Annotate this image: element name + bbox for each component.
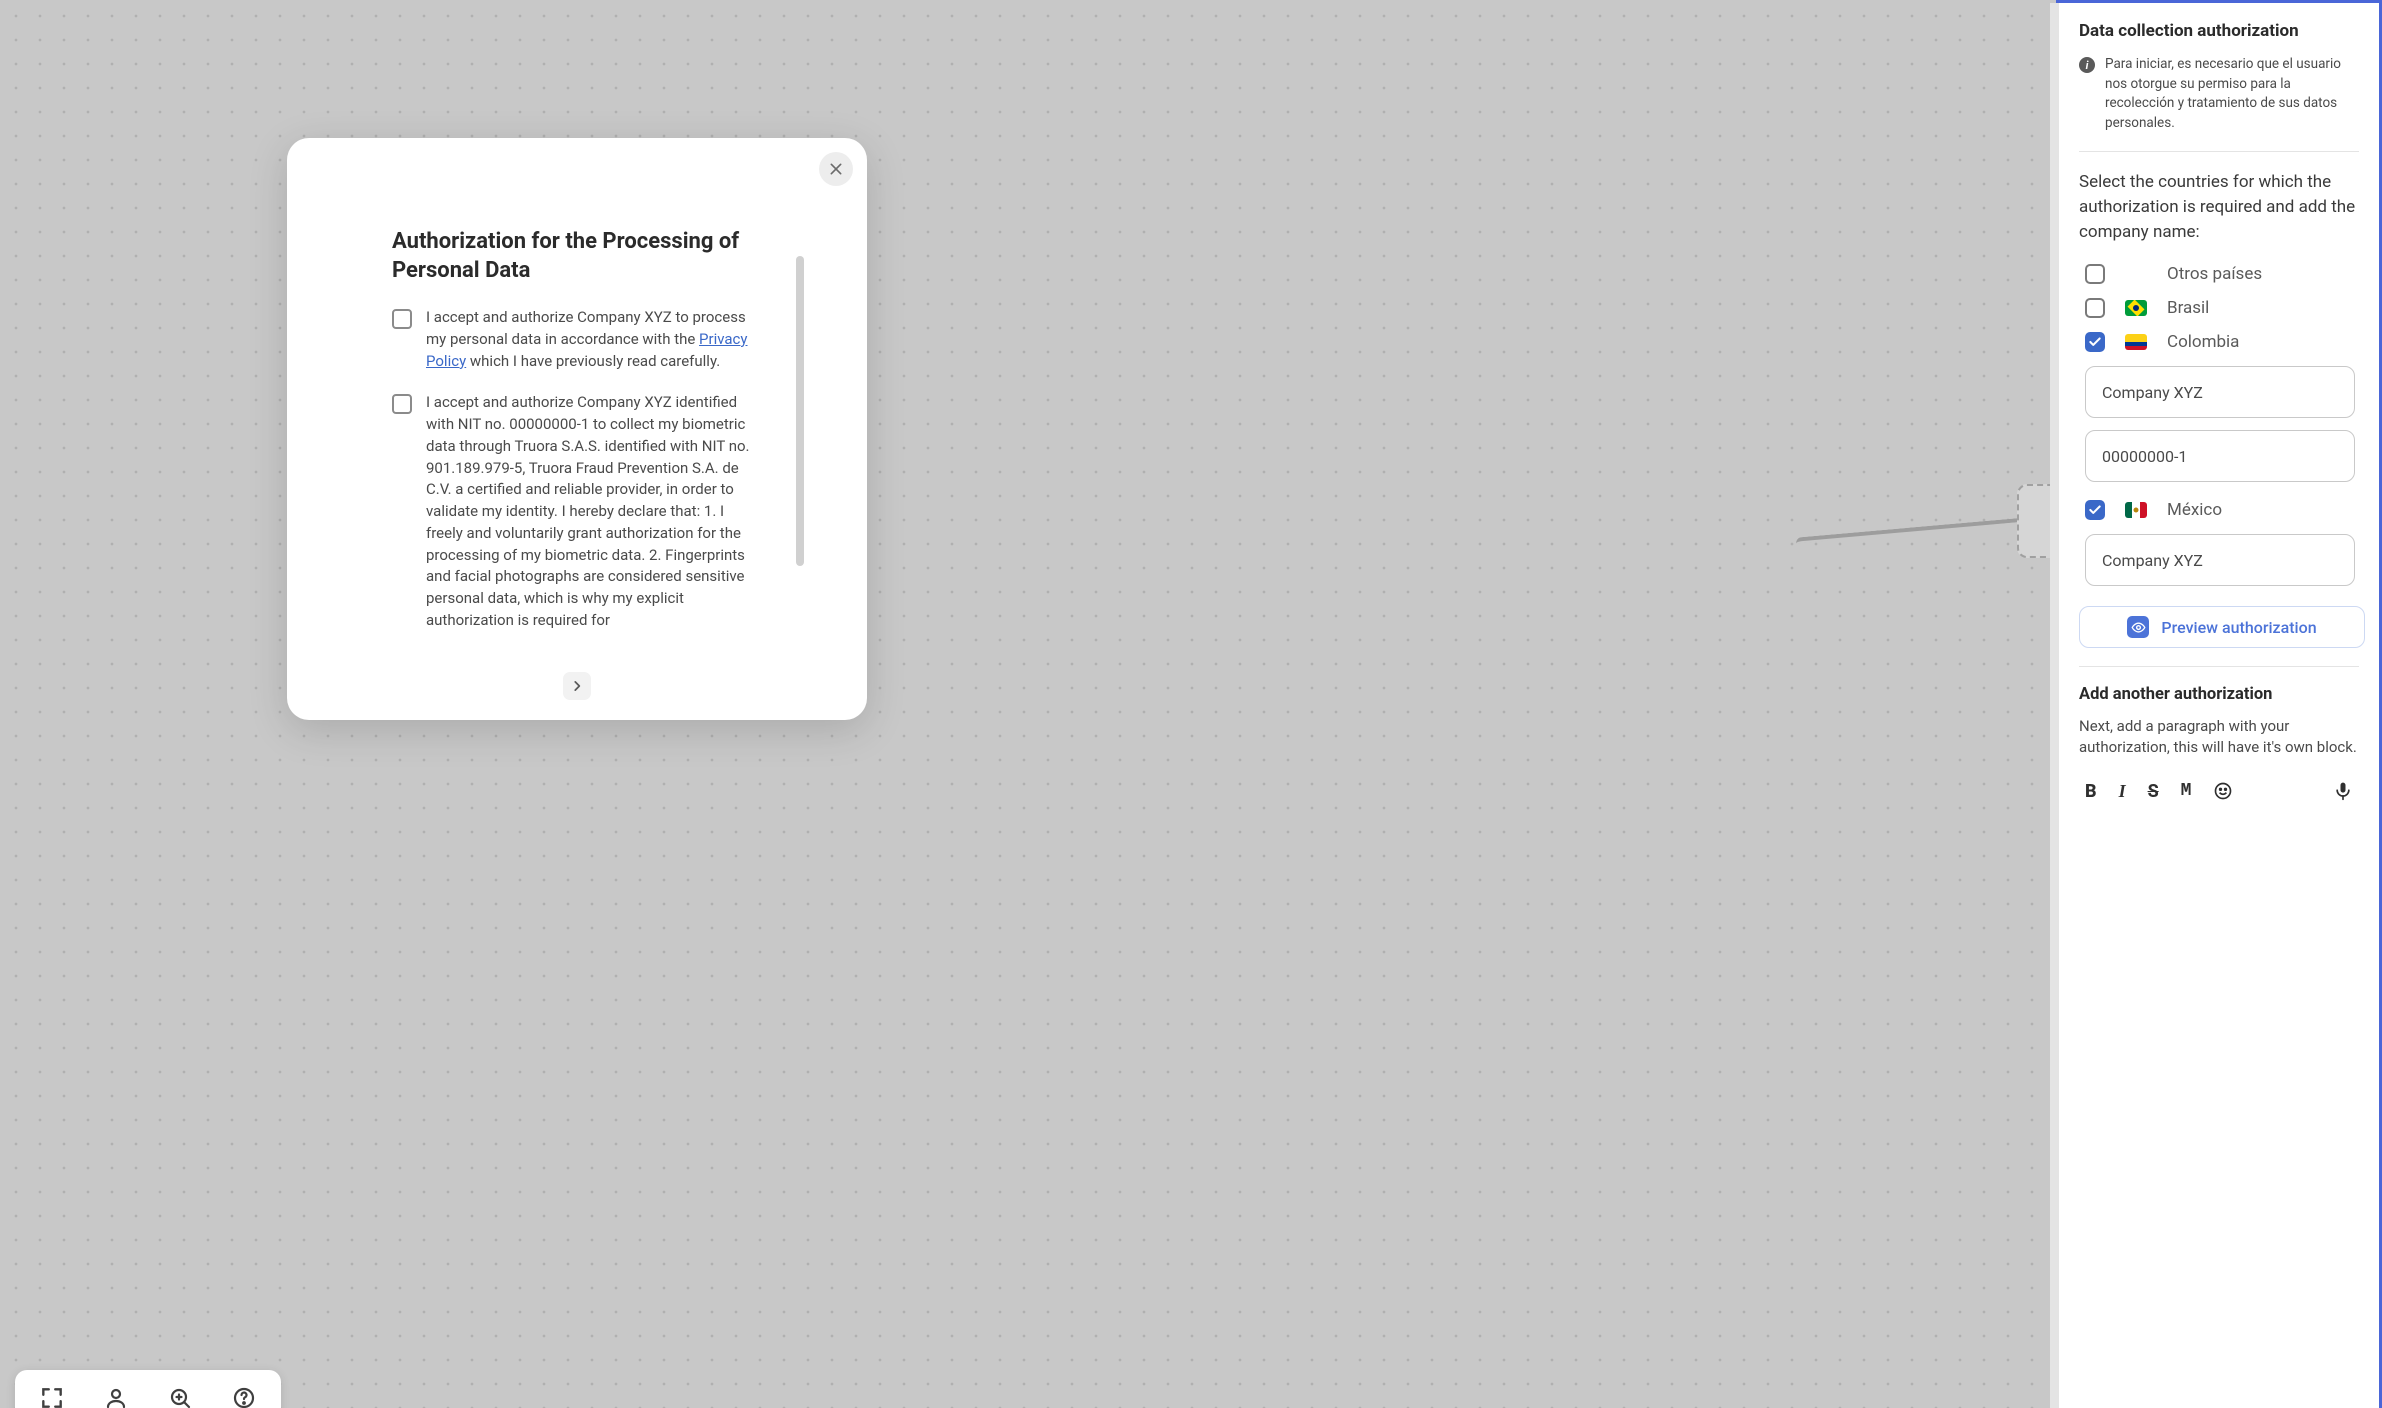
format-toolbar: B I S M [2079, 776, 2359, 806]
modal-title: Authorization for the Processing of Pers… [392, 228, 762, 285]
chevron-right-icon [570, 679, 584, 693]
bold-button[interactable]: B [2085, 781, 2097, 802]
eye-icon [2131, 620, 2146, 635]
monospace-button[interactable]: M [2181, 781, 2192, 801]
preview-icon-badge [2127, 616, 2149, 638]
country-section-label: Select the countries for which the autho… [2079, 170, 2359, 244]
emoji-icon [2213, 781, 2233, 801]
country-row-mexico: México [2079, 500, 2359, 520]
colombia-company-input[interactable] [2085, 366, 2355, 418]
help-button[interactable] [229, 1383, 259, 1408]
modal-scrollbar[interactable] [796, 256, 804, 566]
country-row-colombia: Colombia [2079, 332, 2359, 352]
mexico-company-input[interactable] [2085, 534, 2355, 586]
flag-brasil-icon [2125, 300, 2147, 316]
fullscreen-button[interactable] [37, 1383, 67, 1408]
preview-authorization-button[interactable]: Preview authorization [2079, 606, 2365, 648]
country-checkbox-mexico[interactable] [2085, 500, 2105, 520]
microphone-icon [2333, 780, 2353, 802]
divider [2079, 666, 2359, 667]
authorization-modal: Authorization for the Processing of Pers… [287, 138, 867, 720]
fullscreen-icon [39, 1385, 65, 1408]
panel-scroll-track[interactable] [2050, 3, 2059, 1408]
modal-body: Authorization for the Processing of Pers… [322, 168, 832, 666]
country-label-brasil: Brasil [2167, 298, 2209, 318]
modal-next-button[interactable] [563, 672, 591, 700]
check-icon [2088, 503, 2102, 517]
country-label-mexico: México [2167, 500, 2222, 520]
canvas-toolbar [15, 1370, 281, 1408]
country-row-otros: Otros países [2079, 264, 2359, 284]
help-icon [232, 1386, 256, 1408]
panel-info-text: Para iniciar, es necesario que el usuari… [2105, 55, 2359, 133]
consent-item-2: I accept and authorize Company XYZ ident… [392, 392, 762, 631]
consent-2-checkbox[interactable] [392, 394, 412, 414]
consent-1-suffix: which I have previously read carefully. [466, 352, 720, 370]
divider [2079, 151, 2359, 152]
strikethrough-button[interactable]: S [2148, 781, 2159, 802]
colombia-id-input[interactable] [2085, 430, 2355, 482]
consent-2-text: I accept and authorize Company XYZ ident… [426, 392, 762, 631]
country-row-brasil: Brasil [2079, 298, 2359, 318]
check-icon [2088, 335, 2102, 349]
settings-panel: Data collection authorization i Para ini… [2056, 0, 2382, 1408]
consent-1-text: I accept and authorize Company XYZ to pr… [426, 307, 762, 372]
info-icon: i [2079, 57, 2095, 73]
italic-button[interactable]: I [2119, 781, 2126, 802]
person-icon [104, 1386, 128, 1408]
preview-button-label: Preview authorization [2161, 618, 2316, 637]
country-label-colombia: Colombia [2167, 332, 2239, 352]
country-checkbox-otros[interactable] [2085, 264, 2105, 284]
flag-colombia-icon [2125, 334, 2147, 350]
zoom-button[interactable] [165, 1383, 195, 1408]
consent-1-checkbox[interactable] [392, 309, 412, 329]
country-label-otros: Otros países [2167, 264, 2262, 284]
panel-title: Data collection authorization [2079, 21, 2359, 41]
flag-mexico-icon [2125, 502, 2147, 518]
voice-input-button[interactable] [2333, 780, 2353, 802]
country-checkbox-brasil[interactable] [2085, 298, 2105, 318]
emoji-button[interactable] [2213, 781, 2233, 801]
consent-item-1: I accept and authorize Company XYZ to pr… [392, 307, 762, 372]
country-checkbox-colombia[interactable] [2085, 332, 2105, 352]
add-authorization-text: Next, add a paragraph with your authoriz… [2079, 716, 2359, 758]
canvas-area[interactable]: Authorization for the Processing of Pers… [0, 0, 2056, 1408]
add-authorization-title: Add another authorization [2079, 685, 2359, 704]
person-button[interactable] [101, 1383, 131, 1408]
panel-info-box: i Para iniciar, es necesario que el usua… [2079, 55, 2359, 133]
zoom-plus-icon [168, 1386, 192, 1408]
consent-1-prefix: I accept and authorize Company XYZ to pr… [426, 308, 746, 348]
